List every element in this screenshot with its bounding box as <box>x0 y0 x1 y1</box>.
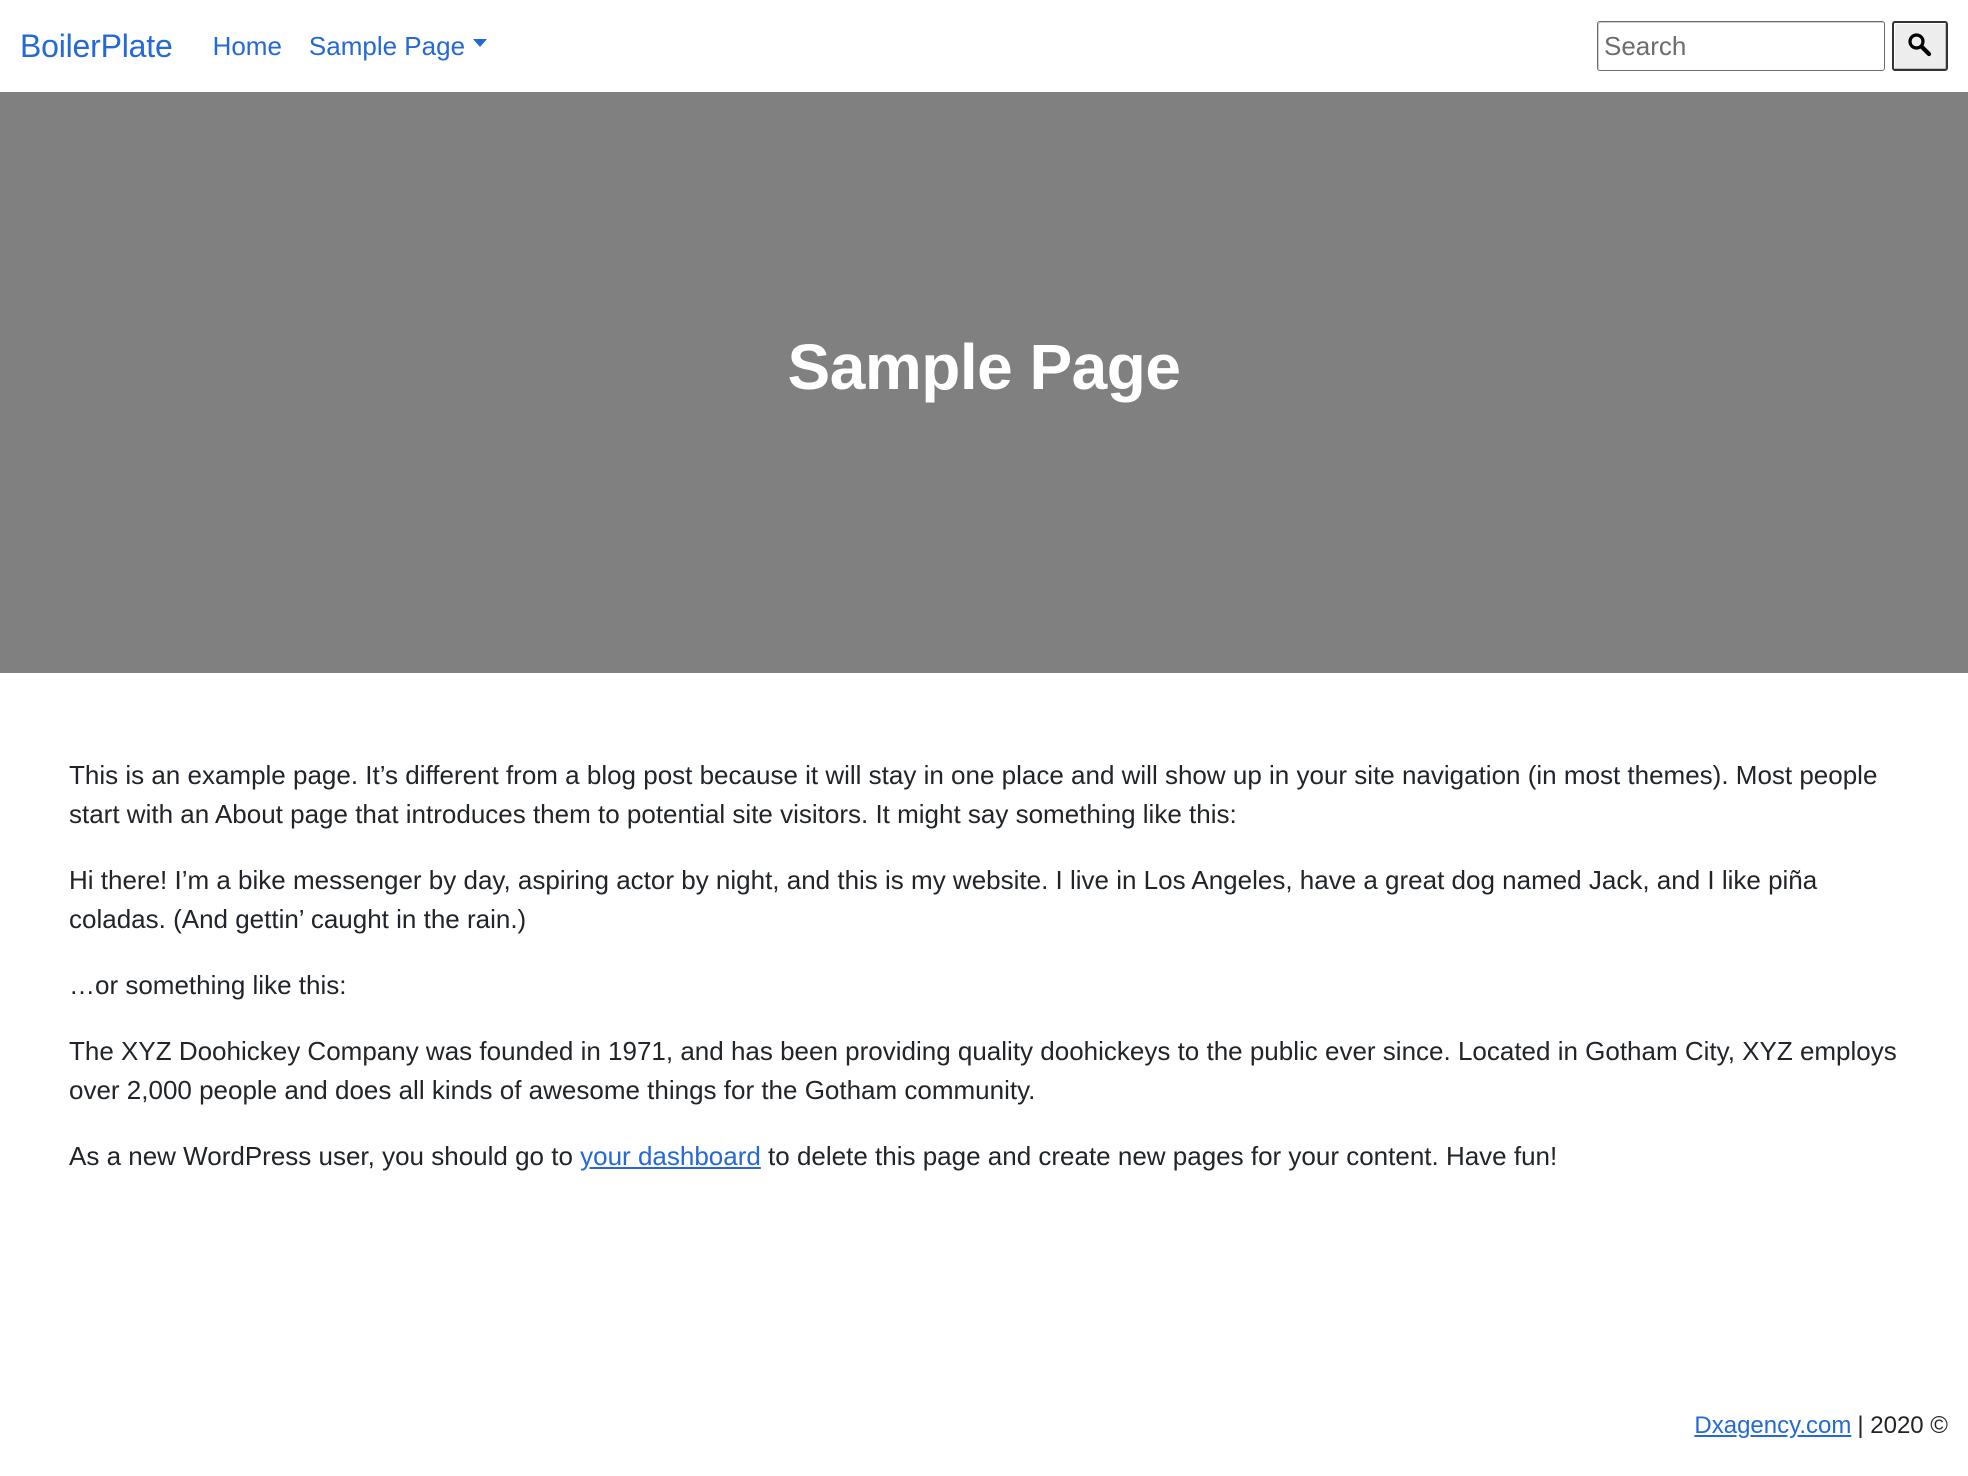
page-content: This is an example page. It’s different … <box>69 756 1899 1203</box>
caret-down-icon <box>473 39 488 47</box>
content-paragraph: This is an example page. It’s different … <box>69 760 1878 829</box>
search-form <box>1597 21 1948 71</box>
nav-dropdown-sample-page[interactable]: Sample Page <box>308 30 488 62</box>
content-paragraph: …or something like this: <box>69 970 347 1000</box>
brand-logo-link[interactable]: BoilerPlate <box>20 28 173 65</box>
dashboard-text-after: to delete this page and create new pages… <box>760 1141 1558 1171</box>
search-input[interactable] <box>1597 21 1885 71</box>
nav-links: Home Sample Page <box>213 30 488 62</box>
page: BoilerPlate Home Sample Page Search Samp… <box>0 0 1968 1476</box>
search-button[interactable] <box>1892 21 1948 71</box>
footer: Dxagency.com | 2020 © <box>1694 1412 1948 1440</box>
navbar: BoilerPlate Home Sample Page <box>0 0 1968 92</box>
content-paragraph: Hi there! I’m a bike messenger by day, a… <box>69 865 1818 934</box>
content-paragraph: The XYZ Doohickey Company was founded in… <box>69 1036 1897 1105</box>
page-title: Sample Page <box>787 330 1181 403</box>
footer-copyright: | 2020 © <box>1857 1412 1948 1439</box>
footer-agency-link[interactable]: Dxagency.com <box>1694 1412 1851 1440</box>
nav-dropdown-sample-page-label: Sample Page <box>308 30 466 61</box>
nav-link-home[interactable]: Home <box>213 31 282 62</box>
content-paragraph-dashboard: As a new WordPress user, you should go t… <box>69 1137 1899 1176</box>
dashboard-link[interactable]: your dashboard <box>580 1141 761 1171</box>
dashboard-text-before: As a new WordPress user, you should go t… <box>69 1141 581 1171</box>
nav-link-home-label: Home <box>212 30 282 61</box>
magnifier-icon <box>1907 32 1933 61</box>
hero-banner: Sample Page <box>0 92 1968 673</box>
